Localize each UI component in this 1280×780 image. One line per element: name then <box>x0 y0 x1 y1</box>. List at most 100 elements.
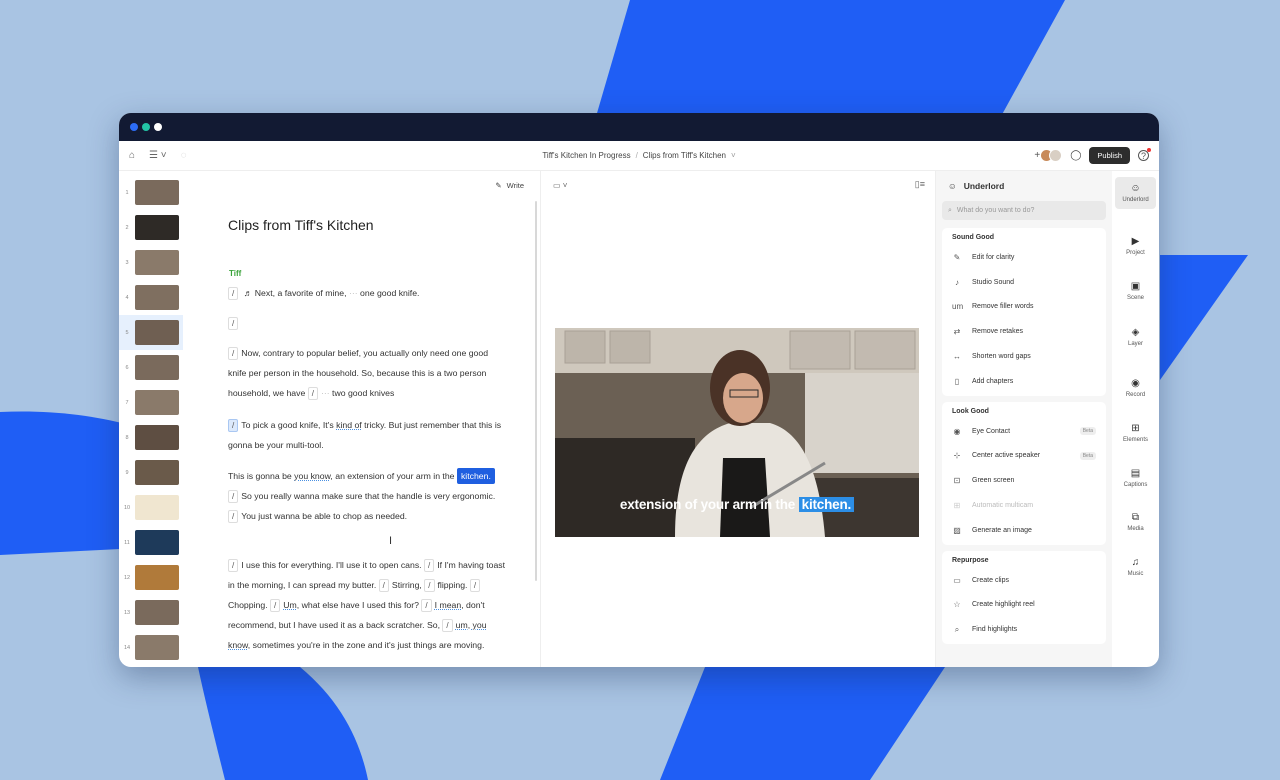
document-title[interactable]: Clips from Tiff's Kitchen <box>228 217 374 233</box>
window-dot-green[interactable] <box>142 123 150 131</box>
highlighted-word[interactable]: kitchen. <box>456 468 495 484</box>
tool-item[interactable]: ⊹ Center active speaker Beta <box>942 444 1106 469</box>
script-paragraph[interactable]: / Now, contrary to popular belief, you ac… <box>228 343 508 403</box>
rail-item[interactable]: ▣ Scene <box>1112 281 1159 301</box>
rail-item[interactable]: ☺ Underlord <box>1115 177 1156 209</box>
filler-word[interactable]: kind of <box>336 420 362 430</box>
scene-thumbnail[interactable]: 3 <box>119 245 183 280</box>
rail-item[interactable]: ▶ Project <box>1112 236 1159 256</box>
aspect-ratio-dropdown[interactable]: ▭ ˅ <box>553 181 567 190</box>
scene-break-marker[interactable]: / <box>228 287 239 300</box>
check-icon[interactable]: ◌ <box>181 150 187 161</box>
scene-thumbnail[interactable]: 12 <box>119 560 183 595</box>
script-text[interactable]: To pick a good knife, It's <box>241 420 333 430</box>
rail-item[interactable]: ◉ Record <box>1112 378 1159 398</box>
scene-thumbnail[interactable]: 10 <box>119 490 183 525</box>
scene-break-marker[interactable]: / <box>442 619 453 632</box>
rail-item[interactable]: ♫ Music <box>1112 557 1159 577</box>
script-text[interactable]: sometimes you're in the zone and it's ju… <box>253 640 485 650</box>
write-button[interactable]: ✎ Write <box>495 181 524 190</box>
menu-icon[interactable]: ☰ ˅ <box>149 150 167 161</box>
tool-item[interactable]: ▨ Generate an image <box>942 518 1106 543</box>
scene-thumbnail[interactable]: 6 <box>119 350 183 385</box>
scene-break-marker[interactable]: / <box>307 387 318 400</box>
scene-break-marker[interactable]: / <box>228 419 239 432</box>
window-dot-blue[interactable] <box>130 123 138 131</box>
scene-thumbnail[interactable]: 13 <box>119 595 183 630</box>
scene-break-marker[interactable]: / <box>228 510 239 523</box>
tool-item[interactable]: ☆ Create highlight reel <box>942 593 1106 618</box>
script-text[interactable]: what else have I used this for? <box>302 600 419 610</box>
script-paragraph[interactable]: / ♬ Next, a favorite of mine, ··· one go… <box>228 283 508 303</box>
scene-thumbnail[interactable]: 8 <box>119 420 183 455</box>
tool-item[interactable]: um Remove filler words <box>942 295 1106 320</box>
rail-item[interactable]: ◈ Layer <box>1112 327 1159 347</box>
scene-thumbnail[interactable]: 5 <box>119 315 183 350</box>
scrollbar[interactable] <box>535 201 537 581</box>
home-icon[interactable]: ⌂ <box>129 150 135 161</box>
scene-thumbnail[interactable]: 14 <box>119 630 183 665</box>
scene-break-marker[interactable]: / <box>424 559 435 572</box>
scene-break-marker[interactable]: / <box>270 599 281 612</box>
window-dot-white[interactable] <box>154 123 162 131</box>
scene-break-marker[interactable]: / <box>228 347 239 360</box>
script-text[interactable]: I'll use it to open cans. <box>336 560 422 570</box>
filler-word[interactable]: I mean, <box>435 600 464 610</box>
scene-break-marker[interactable]: / <box>228 317 239 330</box>
script-editor[interactable]: ✎ Write Clips from Tiff's Kitchen Tiff /… <box>183 171 541 667</box>
avatar[interactable] <box>1049 149 1063 162</box>
tool-item[interactable]: ◉ Eye Contact Beta <box>942 419 1106 444</box>
breadcrumb-project[interactable]: Tiff's Kitchen In Progress <box>542 151 630 160</box>
tool-item[interactable]: ↔ Shorten word gaps <box>942 344 1106 369</box>
scene-thumbnail[interactable]: 9 <box>119 455 183 490</box>
gap-marker[interactable]: ··· <box>349 288 358 298</box>
layout-toggle-icon[interactable]: ▯≡ <box>915 179 925 190</box>
collaborators[interactable]: + <box>1034 149 1063 162</box>
script-paragraph[interactable]: / To pick a good knife, It's kind of tric… <box>228 415 508 455</box>
script-text[interactable]: I use this for everything. <box>241 560 333 570</box>
scene-thumbnail[interactable]: 7 <box>119 385 183 420</box>
speaker-label[interactable]: Tiff <box>229 269 241 278</box>
scene-break-marker[interactable]: / <box>228 490 239 503</box>
filler-word[interactable]: Um, <box>283 600 299 610</box>
tool-item[interactable]: ✎ Edit for clarity <box>942 245 1106 270</box>
scene-break-marker[interactable]: / <box>424 579 435 592</box>
publish-button[interactable]: Publish <box>1089 147 1130 164</box>
video-frame[interactable]: extension of your arm in the kitchen. <box>555 328 919 537</box>
scene-thumbnail[interactable]: 1 <box>119 175 183 210</box>
rail-item[interactable]: ▤ Captions <box>1112 468 1159 488</box>
scene-thumbnail[interactable]: 4 <box>119 280 183 315</box>
tool-item[interactable]: ▭ Create clips <box>942 568 1106 593</box>
breadcrumb-current[interactable]: Clips from Tiff's Kitchen <box>643 151 726 160</box>
script-text[interactable]: two good knives <box>332 388 394 398</box>
scene-break-marker[interactable]: / <box>228 559 239 572</box>
script-text[interactable]: Chopping. <box>228 600 268 610</box>
script-paragraph[interactable]: This is gonna be you know, an extension … <box>228 466 508 526</box>
script-text[interactable]: one good knife. <box>360 288 419 298</box>
script-text[interactable]: Stirring, <box>392 580 422 590</box>
scene-break-marker[interactable]: / <box>421 599 432 612</box>
script-text[interactable]: an extension of your arm in the <box>335 471 454 481</box>
script-text[interactable]: This is gonna be <box>228 471 292 481</box>
tool-item[interactable]: ⌕ Find highlights <box>942 617 1106 642</box>
help-icon[interactable]: ? <box>1138 148 1151 161</box>
script-paragraph[interactable]: / <box>228 313 508 333</box>
comment-icon[interactable]: ◯ <box>1070 150 1081 161</box>
filler-word[interactable]: you know, <box>294 471 333 481</box>
script-paragraph[interactable]: / I use this for everything. I'll use it … <box>228 555 508 655</box>
gap-marker[interactable]: ··· <box>321 388 330 398</box>
script-text[interactable]: So you really wanna make sure that the h… <box>241 491 495 501</box>
script-text[interactable]: flipping. <box>438 580 468 590</box>
rail-item[interactable]: ⧉ Media <box>1112 512 1159 532</box>
script-text[interactable]: Next, a favorite of mine, <box>255 288 347 298</box>
tool-item[interactable]: ♪ Studio Sound <box>942 270 1106 295</box>
scene-break-marker[interactable]: / <box>469 579 481 592</box>
scene-thumbnail[interactable]: 11 <box>119 525 183 560</box>
chevron-down-icon[interactable]: ˅ <box>731 151 736 160</box>
tool-item[interactable]: ⊡ Green screen <box>942 468 1106 493</box>
rail-item[interactable]: ⊞ Elements <box>1112 423 1159 443</box>
scene-thumbnail[interactable]: 2 <box>119 210 183 245</box>
scene-break-marker[interactable]: / <box>378 579 389 592</box>
script-text[interactable]: You just wanna be able to chop as needed… <box>241 511 407 521</box>
tool-item[interactable]: ⇄ Remove retakes <box>942 319 1106 344</box>
